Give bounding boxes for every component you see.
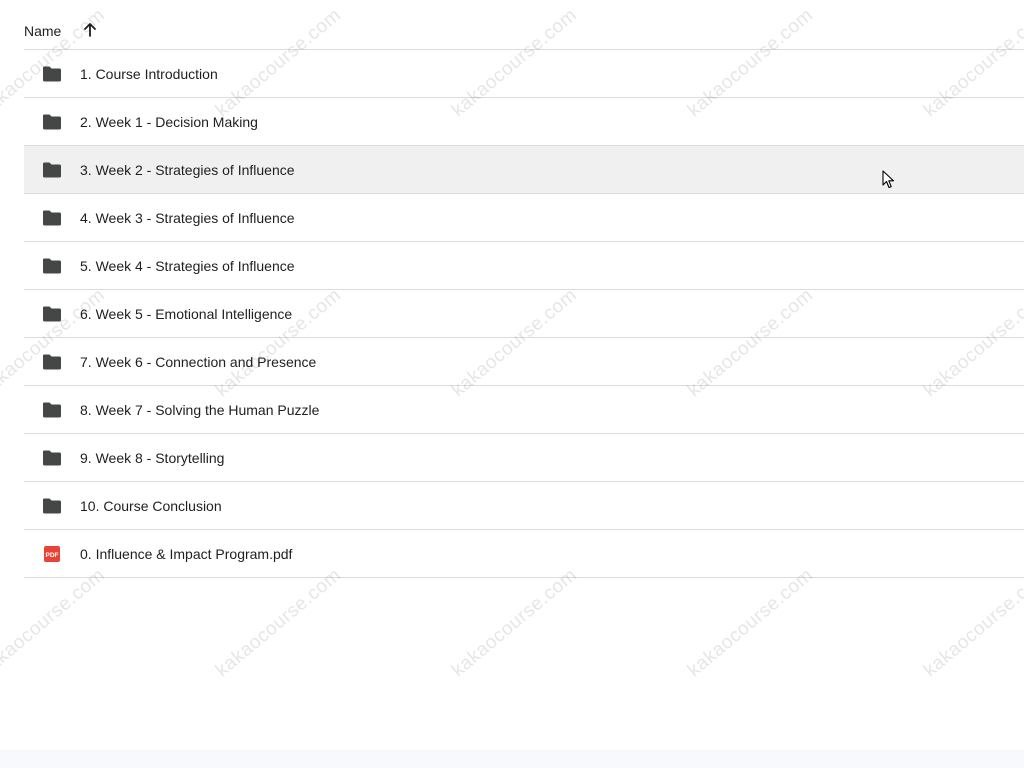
watermark-text: kakaocourse.com (447, 564, 582, 682)
folder-icon (42, 160, 62, 180)
file-row-folder[interactable]: 8. Week 7 - Solving the Human Puzzle (24, 386, 1024, 434)
watermark-text: kakaocourse.com (919, 564, 1024, 682)
file-row-label: 0. Influence & Impact Program.pdf (80, 545, 293, 562)
file-row-folder[interactable]: 5. Week 4 - Strategies of Influence (24, 242, 1024, 290)
file-row-label: 10. Course Conclusion (80, 497, 222, 514)
file-row-folder[interactable]: 2. Week 1 - Decision Making (24, 98, 1024, 146)
watermark-text: kakaocourse.com (683, 564, 818, 682)
folder-icon (42, 352, 62, 372)
folder-icon (42, 448, 62, 468)
arrow-up-icon[interactable] (83, 22, 97, 38)
list-header: Name (24, 0, 1024, 50)
file-row-folder[interactable]: 4. Week 3 - Strategies of Influence (24, 194, 1024, 242)
file-row-pdf[interactable]: PDF 0. Influence & Impact Program.pdf (24, 530, 1024, 578)
file-row-label: 8. Week 7 - Solving the Human Puzzle (80, 401, 320, 418)
footer-strip (0, 750, 1024, 768)
pdf-icon: PDF (42, 544, 62, 564)
file-row-folder[interactable]: 3. Week 2 - Strategies of Influence (24, 146, 1024, 194)
watermark-text: kakaocourse.com (211, 564, 346, 682)
file-row-label: 3. Week 2 - Strategies of Influence (80, 161, 295, 178)
file-row-label: 6. Week 5 - Emotional Intelligence (80, 305, 293, 322)
file-row-label: 4. Week 3 - Strategies of Influence (80, 209, 295, 226)
svg-text:PDF: PDF (46, 552, 59, 559)
file-row-label: 5. Week 4 - Strategies of Influence (80, 257, 295, 274)
file-row-folder[interactable]: 10. Course Conclusion (24, 482, 1024, 530)
folder-icon (42, 256, 62, 276)
file-row-folder[interactable]: 6. Week 5 - Emotional Intelligence (24, 290, 1024, 338)
file-row-label: 7. Week 6 - Connection and Presence (80, 353, 317, 370)
folder-icon (42, 304, 62, 324)
folder-icon (42, 208, 62, 228)
watermark-text: kakaocourse.com (0, 564, 110, 682)
name-column-header[interactable]: Name (24, 23, 61, 39)
file-row-folder[interactable]: 1. Course Introduction (24, 50, 1024, 98)
file-row-folder[interactable]: 7. Week 6 - Connection and Presence (24, 338, 1024, 386)
folder-icon (42, 400, 62, 420)
file-list: Name 1. Course Introduction 2. Week 1 - … (24, 0, 1024, 578)
file-row-label: 2. Week 1 - Decision Making (80, 113, 258, 130)
folder-icon (42, 496, 62, 516)
file-row-folder[interactable]: 9. Week 8 - Storytelling (24, 434, 1024, 482)
file-row-label: 9. Week 8 - Storytelling (80, 449, 225, 466)
mouse-cursor-icon (882, 170, 895, 189)
folder-icon (42, 112, 62, 132)
file-row-label: 1. Course Introduction (80, 65, 218, 82)
folder-icon (42, 64, 62, 84)
